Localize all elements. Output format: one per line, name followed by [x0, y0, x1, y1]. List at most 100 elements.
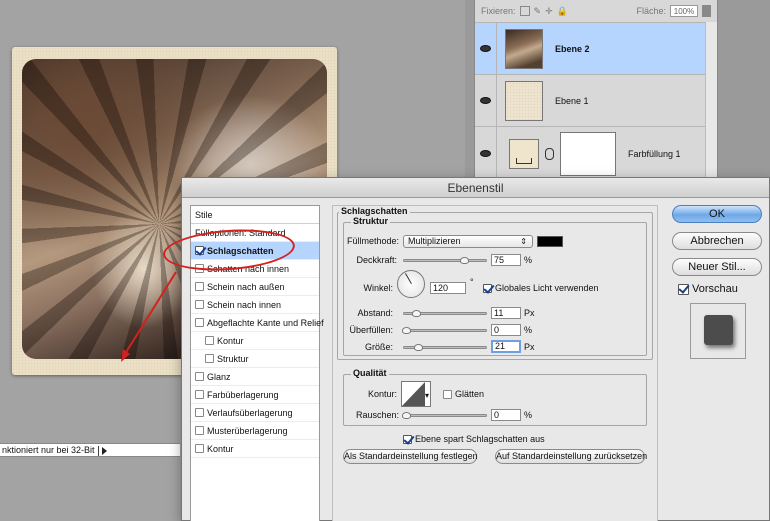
- checkbox[interactable]: [195, 408, 204, 417]
- style-item-color-overlay[interactable]: Farbüberlagerung: [191, 386, 319, 404]
- lock-all-icon[interactable]: 🔒: [557, 6, 568, 17]
- noise-input[interactable]: 0: [491, 409, 521, 421]
- fill-layer-thumbnail: [509, 138, 539, 169]
- link-chain-icon[interactable]: [545, 147, 554, 160]
- distance-input[interactable]: 11: [491, 307, 521, 319]
- layer-style-dialog: Ebenenstil Stile Fülloptionen: Standard …: [181, 177, 770, 521]
- checkbox[interactable]: [195, 426, 204, 435]
- style-item-bevel-emboss[interactable]: Abgeflachte Kante und Relief: [191, 314, 324, 332]
- status-separator: [97, 445, 99, 456]
- spread-slider[interactable]: [402, 327, 487, 334]
- visibility-eye-icon[interactable]: [475, 75, 497, 126]
- knockout-label: Ebene spart Schlagschatten aus: [415, 434, 545, 444]
- layer-name: Farbfüllung 1: [628, 148, 681, 159]
- distance-label: Abstand:: [357, 308, 393, 318]
- blend-mode-select[interactable]: Multiplizieren ⇕: [403, 235, 533, 248]
- layers-lock-toolbar: Fixieren: ✎ ✛ 🔒 Fläche: 100%: [475, 0, 717, 22]
- cancel-button[interactable]: Abbrechen: [672, 232, 762, 250]
- style-item-label: Musterüberlagerung: [207, 425, 288, 436]
- slider-thumb[interactable]: [460, 257, 469, 264]
- noise-slider[interactable]: [402, 412, 487, 419]
- noise-label: Rauschen:: [355, 410, 399, 420]
- angle-input[interactable]: 120: [430, 282, 466, 294]
- layer-name: Ebene 2: [555, 43, 590, 54]
- lock-transparency-icon[interactable]: [519, 6, 530, 16]
- size-label: Größe:: [364, 342, 393, 352]
- fill-input[interactable]: 100%: [670, 5, 698, 17]
- checkbox[interactable]: [195, 300, 204, 309]
- checkbox[interactable]: [205, 354, 214, 363]
- shadow-color-swatch[interactable]: [537, 236, 563, 247]
- checkbox[interactable]: [678, 283, 689, 295]
- style-item-texture[interactable]: Struktur: [191, 350, 319, 368]
- styles-header[interactable]: Stile: [191, 206, 319, 224]
- checkbox[interactable]: [205, 336, 214, 345]
- lock-label: Fixieren:: [481, 6, 516, 16]
- lock-move-icon[interactable]: ✛: [545, 6, 553, 17]
- opacity-slider[interactable]: [403, 257, 487, 264]
- knockout-checkbox[interactable]: Ebene spart Schlagschatten aus: [403, 434, 545, 444]
- dialog-title: Ebenenstil: [182, 178, 769, 198]
- layers-panel: Fixieren: ✎ ✛ 🔒 Fläche: 100% Ebene 2 Ebe…: [474, 0, 718, 180]
- opacity-unit: %: [524, 255, 533, 265]
- visibility-eye-icon[interactable]: [475, 127, 497, 180]
- slider-thumb[interactable]: [402, 327, 411, 334]
- visibility-eye-icon[interactable]: [475, 23, 497, 74]
- global-light-checkbox[interactable]: Globales Licht verwenden: [483, 283, 599, 293]
- checkbox[interactable]: [195, 318, 204, 327]
- style-item-bevel-contour[interactable]: Kontur: [191, 332, 319, 350]
- distance-slider[interactable]: [403, 310, 487, 317]
- checkbox[interactable]: [195, 444, 204, 453]
- style-item-label: Schein nach außen: [207, 281, 285, 292]
- fill-dropdown-icon[interactable]: [702, 5, 711, 17]
- layer-row-ebene-2[interactable]: Ebene 2: [475, 22, 707, 74]
- layer-mask-thumbnail[interactable]: [560, 131, 616, 176]
- layers-scrollbar[interactable]: [705, 22, 717, 180]
- style-item-label: Glanz: [207, 371, 231, 382]
- style-item-satin[interactable]: Glanz: [191, 368, 319, 386]
- style-item-pattern-overlay[interactable]: Musterüberlagerung: [191, 422, 319, 440]
- status-bar: nktioniert nur bei 32-Bit: [0, 443, 180, 457]
- layer-row-farbfuellung[interactable]: Farbfüllung 1: [475, 126, 707, 180]
- preview-checkbox[interactable]: Vorschau: [678, 283, 738, 295]
- checkbox[interactable]: [443, 389, 452, 399]
- checkbox[interactable]: [403, 434, 412, 444]
- reset-default-button[interactable]: Auf Standardeinstellung zurücksetzen: [495, 449, 647, 464]
- global-light-label: Globales Licht verwenden: [495, 283, 599, 293]
- angle-dial-needle: [405, 273, 412, 284]
- style-item-stroke[interactable]: Kontur: [191, 440, 319, 458]
- checkbox[interactable]: [195, 282, 204, 291]
- new-style-button[interactable]: Neuer Stil...: [672, 258, 762, 276]
- checkbox[interactable]: [195, 372, 204, 381]
- status-text: nktioniert nur bei 32-Bit: [2, 445, 95, 455]
- style-item-gradient-overlay[interactable]: Verlaufsüberlagerung: [191, 404, 319, 422]
- contour-picker[interactable]: ▾: [401, 381, 431, 407]
- opacity-input[interactable]: 75: [491, 254, 521, 266]
- size-unit: Px: [524, 342, 535, 352]
- antialias-checkbox[interactable]: Glätten: [443, 389, 484, 399]
- checkbox[interactable]: [195, 390, 204, 399]
- spread-input[interactable]: 0: [491, 324, 521, 336]
- style-item-inner-glow[interactable]: Schein nach innen: [191, 296, 319, 314]
- contour-dropdown-icon[interactable]: ▾: [425, 391, 429, 400]
- style-item-outer-glow[interactable]: Schein nach außen: [191, 278, 319, 296]
- slider-thumb[interactable]: [412, 310, 421, 317]
- layer-row-ebene-1[interactable]: Ebene 1: [475, 74, 707, 126]
- size-input[interactable]: 21: [491, 340, 521, 353]
- status-menu-arrow-icon[interactable]: [101, 446, 107, 455]
- preview-square: [704, 315, 733, 345]
- style-item-label: Struktur: [217, 353, 249, 364]
- size-slider[interactable]: [403, 344, 487, 351]
- angle-dial[interactable]: [397, 270, 425, 298]
- drop-shadow-settings: Schlagschatten Struktur Füllmethode: Mul…: [332, 205, 658, 521]
- make-default-button[interactable]: Als Standardeinstellung festlegen: [343, 449, 478, 464]
- style-item-label: Verlaufsüberlagerung: [207, 407, 293, 418]
- slider-thumb[interactable]: [414, 344, 423, 351]
- slider-thumb[interactable]: [402, 412, 411, 419]
- lock-paint-icon[interactable]: ✎: [534, 6, 542, 17]
- ok-button[interactable]: OK: [672, 205, 762, 223]
- fill-label: Fläche:: [636, 6, 666, 16]
- checkbox[interactable]: [483, 283, 492, 293]
- blend-mode-label: Füllmethode:: [347, 236, 400, 246]
- style-item-label: Schein nach innen: [207, 299, 282, 310]
